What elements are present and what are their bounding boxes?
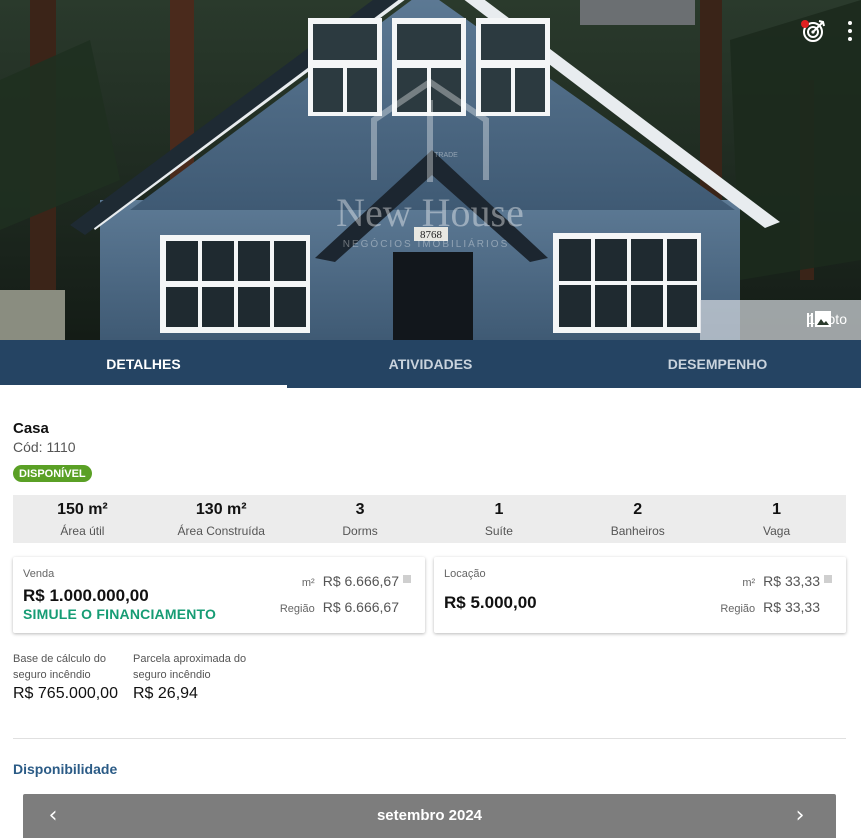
- stat-value: 3: [355, 501, 365, 518]
- stat-label: Suíte: [484, 524, 513, 538]
- sale-m2-row: m² R$ 6.666,67: [302, 573, 399, 589]
- sale-price-card: Venda R$ 1.000.000,00 SIMULE O FINANCIAM…: [13, 557, 425, 633]
- section-divider: [13, 738, 846, 739]
- sale-region-value: R$ 6.666,67: [322, 599, 399, 615]
- rent-info-square: [824, 575, 832, 583]
- insurance-base-label: Base de cálculo do seguro incêndio: [13, 653, 106, 681]
- property-photo[interactable]: 8768 New House NEGÓCIOS IMOBILIÁRIOS TRA…: [0, 0, 861, 340]
- rent-m2-value: R$ 33,33: [763, 573, 820, 589]
- rent-label: Locação: [444, 568, 486, 580]
- stat-label: Banheiros: [610, 524, 665, 538]
- property-stats: 150 m² Área útil 130 m² Área Construída …: [13, 495, 846, 543]
- status-badge: DISPONÍVEL: [13, 465, 92, 482]
- chevron-right-icon[interactable]: ›: [788, 804, 812, 828]
- stat-banheiros: 2 Banheiros: [568, 495, 707, 543]
- insurance-installment-label: Parcela aproximada do seguro incêndio: [133, 653, 247, 681]
- calendar-month: setembro 2024: [376, 807, 483, 824]
- stat-value: 1: [494, 501, 504, 518]
- photo-count[interactable]: 1 Foto: [807, 311, 847, 327]
- tab-bar: DETALHES ATIVIDADES DESEMPENHO: [0, 340, 861, 388]
- notification-dot: [801, 20, 809, 28]
- rent-m2-row: m² R$ 33,33: [742, 573, 820, 589]
- rent-region-value: R$ 33,33: [763, 599, 820, 615]
- stat-dorms: 3 Dorms: [291, 495, 430, 543]
- watermark-est: TRADE: [434, 152, 458, 159]
- stat-value: 1: [772, 501, 781, 518]
- tab-detalhes[interactable]: DETALHES: [0, 340, 287, 388]
- rent-region-row: Região R$ 33,33: [720, 599, 820, 615]
- stat-label: Vaga: [762, 524, 791, 538]
- stat-suite: 1 Suíte: [429, 495, 568, 543]
- house-photo-illustration: 8768 New House NEGÓCIOS IMOBILIÁRIOS TRA…: [0, 0, 861, 340]
- tab-desempenho[interactable]: DESEMPENHO: [574, 340, 861, 388]
- stat-label: Área útil: [60, 524, 105, 538]
- stat-area-util: 150 m² Área útil: [13, 495, 152, 543]
- rent-price: R$ 5.000,00: [444, 593, 537, 612]
- calendar-header: ‹ setembro 2024 ›: [23, 794, 836, 838]
- rent-region-key: Região: [720, 603, 756, 615]
- stat-label: Área Construída: [177, 524, 265, 538]
- stat-label: Dorms: [342, 524, 378, 538]
- insurance-base-value: R$ 765.000,00: [13, 685, 118, 702]
- stat-value: 2: [633, 501, 643, 518]
- stat-area-construida: 130 m² Área Construída: [152, 495, 291, 543]
- insurance-base: Base de cálculo do seguro incêndio R$ 76…: [13, 651, 125, 703]
- photo-library-icon: [807, 311, 832, 327]
- sale-region-row: Região R$ 6.666,67: [280, 599, 399, 615]
- sale-m2-value: R$ 6.666,67: [322, 573, 399, 589]
- property-type: Casa: [13, 420, 49, 437]
- watermark-subtitle: NEGÓCIOS IMOBILIÁRIOS: [343, 237, 509, 250]
- rent-m2-key: m²: [742, 577, 756, 589]
- stat-value: 130 m²: [195, 501, 247, 518]
- more-vert-icon[interactable]: [847, 21, 853, 41]
- insurance-installment-value: R$ 26,94: [133, 685, 198, 702]
- simulate-financing-link[interactable]: SIMULE O FINANCIAMENTO: [23, 606, 216, 622]
- stat-vaga: 1 Vaga: [707, 495, 846, 543]
- sale-price: R$ 1.000.000,00: [23, 586, 149, 605]
- stat-value: 150 m²: [57, 501, 108, 518]
- property-code: Cód: 1110: [13, 439, 76, 455]
- insurance-installment: Parcela aproximada do seguro incêndio R$…: [133, 651, 253, 703]
- rent-price-card: Locação R$ 5.000,00 m² R$ 33,33 Região R…: [434, 557, 846, 633]
- sale-info-square: [403, 575, 411, 583]
- sale-region-key: Região: [279, 603, 315, 615]
- tab-atividades[interactable]: ATIVIDADES: [287, 340, 574, 388]
- target-icon[interactable]: [801, 18, 827, 44]
- sale-label: Venda: [23, 568, 55, 580]
- watermark-brand: New House: [336, 190, 524, 235]
- availability-title: Disponibilidade: [13, 761, 118, 777]
- sale-m2-key: m²: [301, 577, 315, 589]
